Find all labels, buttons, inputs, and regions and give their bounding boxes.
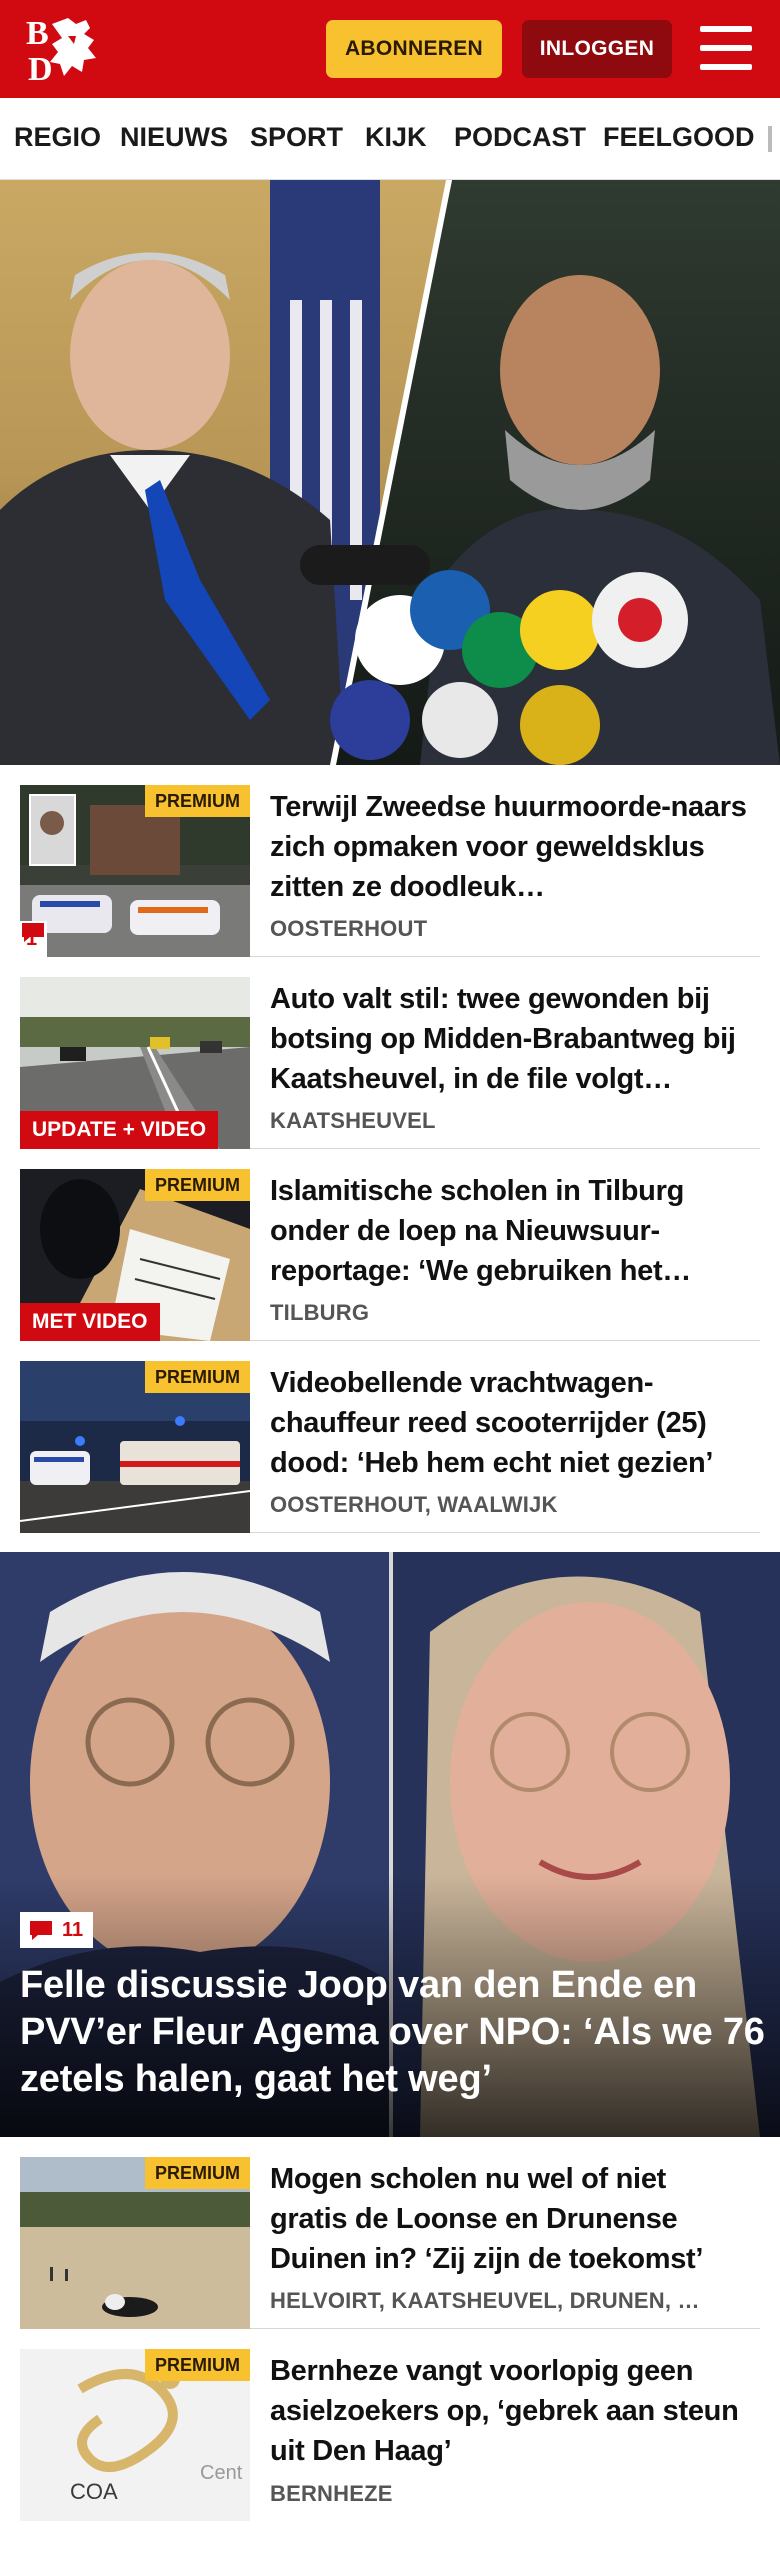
- article-location: HELVOIRT, KAATSHEUVEL, DRUNEN, …: [270, 2288, 700, 2313]
- article-location: KAATSHEUVEL: [270, 1108, 436, 1133]
- article-thumbnail[interactable]: PREMIUM: [20, 2157, 250, 2329]
- premium-badge: PREMIUM: [145, 2349, 250, 2381]
- coa-sign-text-2: Cent: [200, 2462, 243, 2484]
- hero-image[interactable]: [0, 180, 780, 765]
- nav-item-podcast[interactable]: PODCAST: [454, 122, 586, 153]
- premium-badge: PREMIUM: [145, 1169, 250, 1201]
- menu-icon[interactable]: [700, 26, 752, 70]
- article-thumbnail[interactable]: UPDATE + VIDEO: [20, 977, 250, 1149]
- comment-icon: [22, 923, 44, 942]
- comment-count[interactable]: 1: [20, 921, 48, 957]
- nav-overflow-indicator: [768, 126, 772, 152]
- article-item[interactable]: PREMIUM 1 Terwijl Zweedse huurmoorde-naa…: [20, 785, 760, 957]
- article-thumbnail[interactable]: PREMIUM: [20, 1361, 250, 1533]
- article-headline[interactable]: Terwijl Zweedse huurmoorde-naars zich op…: [270, 787, 750, 907]
- premium-badge: PREMIUM: [145, 2157, 250, 2189]
- login-button[interactable]: INLOGGEN: [522, 20, 672, 78]
- article-headline[interactable]: Islamitische scholen in Tilburg onder de…: [270, 1171, 750, 1291]
- article-headline[interactable]: Auto valt stil: twee gewonden bij botsin…: [270, 979, 750, 1099]
- article-item[interactable]: COA Cent PREMIUM Bernheze vangt voorlopi…: [20, 2349, 760, 2521]
- article-item[interactable]: UPDATE + VIDEO Auto valt stil: twee gewo…: [20, 977, 760, 1149]
- premium-badge: PREMIUM: [145, 785, 250, 817]
- feature-headline[interactable]: Felle discussie Joop van den Ende en PVV…: [20, 1962, 770, 2103]
- article-location: OOSTERHOUT: [270, 916, 428, 941]
- feature-comment-count[interactable]: 11: [20, 1912, 94, 1948]
- article-thumbnail[interactable]: COA Cent PREMIUM: [20, 2349, 250, 2521]
- update-video-label: UPDATE + VIDEO: [20, 1111, 219, 1149]
- article-thumbnail[interactable]: PREMIUM 1: [20, 785, 250, 957]
- article-item[interactable]: PREMIUM Videobellende vrachtwagen-chauff…: [20, 1361, 760, 1533]
- coa-sign-text: COA: [70, 2479, 118, 2504]
- site-header: B D ABONNEREN INLOGGEN: [0, 0, 780, 98]
- article-headline[interactable]: Mogen scholen nu wel of niet gratis de L…: [270, 2159, 750, 2279]
- comment-count-value: 11: [62, 1918, 84, 1941]
- nav-item-sport[interactable]: SPORT: [250, 122, 343, 153]
- comment-icon: [30, 1921, 52, 1940]
- article-location: TILBURG: [270, 1300, 370, 1325]
- nav-item-nieuws[interactable]: NIEUWS: [120, 122, 228, 153]
- article-location: OOSTERHOUT, WAALWIJK: [270, 1492, 558, 1517]
- bd-logo[interactable]: B D: [24, 14, 114, 88]
- article-location: BERNHEZE: [270, 2481, 393, 2506]
- logo-letter-d: D: [28, 51, 53, 84]
- article-headline[interactable]: Videobellende vrachtwagen-chauffeur reed…: [270, 1363, 750, 1483]
- nav-item-feelgood[interactable]: FEELGOOD: [603, 122, 755, 153]
- section-nav: REGIO NIEUWS SPORT KIJK PODCAST FEELGOOD: [0, 98, 780, 180]
- article-item[interactable]: PREMIUM MET VIDEO Islamitische scholen i…: [20, 1169, 760, 1341]
- article-headline[interactable]: Bernheze vangt voorlopig geen asielzoeke…: [270, 2351, 750, 2471]
- logo-letter-b: B: [26, 15, 49, 52]
- article-item[interactable]: PREMIUM Mogen scholen nu wel of niet gra…: [20, 2157, 760, 2329]
- premium-badge: PREMIUM: [145, 1361, 250, 1393]
- article-thumbnail[interactable]: PREMIUM MET VIDEO: [20, 1169, 250, 1341]
- video-label: MET VIDEO: [20, 1303, 160, 1341]
- nav-item-kijk[interactable]: KIJK: [365, 122, 427, 153]
- nav-item-regio[interactable]: REGIO: [14, 122, 101, 153]
- subscribe-button[interactable]: ABONNEREN: [326, 20, 502, 78]
